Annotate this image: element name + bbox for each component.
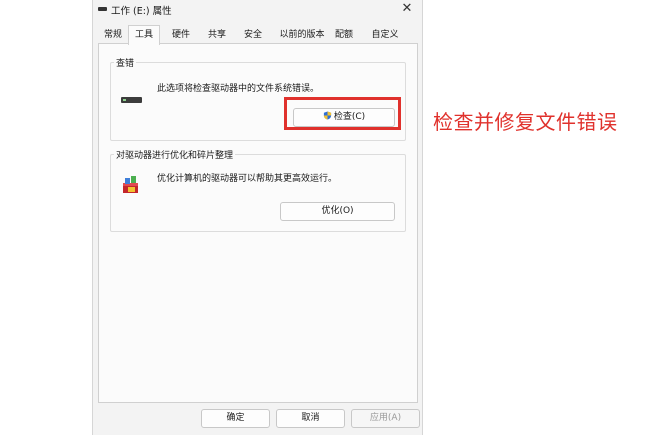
cancel-button[interactable]: 取消 — [276, 409, 345, 428]
title-bar[interactable]: 工作 (E:) 属性 ✕ — [93, 0, 422, 20]
window-title: 工作 (E:) 属性 — [111, 6, 172, 17]
optimize-button[interactable]: 优化(O) — [280, 202, 395, 221]
tab-strip: 常规 工具 硬件 共享 安全 以前的版本 配额 自定义 — [98, 25, 418, 45]
defrag-icon — [123, 176, 138, 193]
error-check-description: 此选项将检查驱动器中的文件系统错误。 — [157, 84, 320, 94]
optimize-group: 对驱动器进行优化和碎片整理 优化计算机的驱动器可以帮助其更高效运行。 优化(O) — [110, 148, 406, 232]
tab-previous-versions[interactable]: 以前的版本 — [276, 27, 328, 43]
ok-button[interactable]: 确定 — [201, 409, 270, 428]
check-button-highlight — [284, 97, 401, 130]
optimize-description: 优化计算机的驱动器可以帮助其更高效运行。 — [157, 174, 338, 184]
drive-icon — [121, 97, 142, 103]
dialog-footer: 确定 取消 应用(A) — [93, 403, 422, 435]
tab-hardware[interactable]: 硬件 — [166, 27, 196, 43]
tab-sharing[interactable]: 共享 — [202, 27, 232, 43]
tab-security[interactable]: 安全 — [238, 27, 268, 43]
tab-quota[interactable]: 配额 — [329, 27, 359, 43]
annotation-label: 检查并修复文件错误 — [433, 110, 618, 134]
error-check-title: 查错 — [114, 56, 137, 69]
properties-window: 工作 (E:) 属性 ✕ 常规 工具 硬件 共享 安全 以前的版本 配额 自定义… — [92, 0, 423, 435]
tab-customize[interactable]: 自定义 — [364, 27, 406, 43]
drive-title-icon — [98, 7, 107, 11]
tab-general[interactable]: 常规 — [98, 27, 128, 43]
apply-button[interactable]: 应用(A) — [351, 409, 420, 428]
close-icon[interactable]: ✕ — [398, 0, 416, 18]
tab-tools[interactable]: 工具 — [128, 25, 160, 45]
optimize-title: 对驱动器进行优化和碎片整理 — [114, 148, 236, 161]
